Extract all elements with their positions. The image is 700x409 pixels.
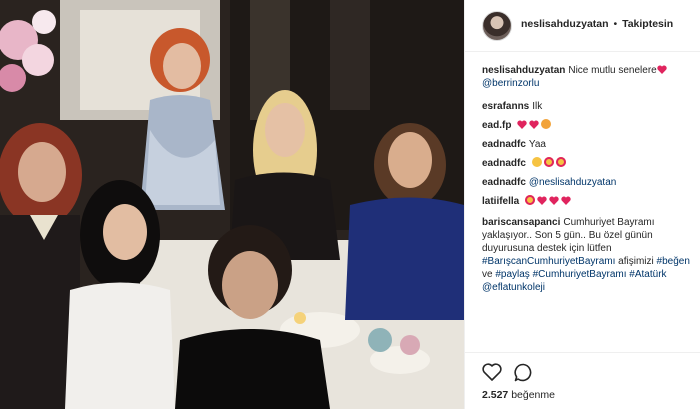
- post-header: neslisahduzyatan • Takiptesin: [465, 0, 700, 52]
- hashtag-link[interactable]: #BarışcanCumhuriyetBayramı: [482, 256, 615, 267]
- comment-username[interactable]: neslisahduzyatan: [482, 65, 565, 76]
- comment-username[interactable]: bariscansapanci: [482, 217, 560, 228]
- heart-emoji-icon: [517, 120, 527, 129]
- comment-item: eadnadfc: [482, 157, 694, 170]
- comment-text: duyurusuna destek için lütfen: [482, 243, 612, 254]
- heart-emoji-icon: [529, 120, 539, 129]
- comment-text: Ilk: [532, 101, 543, 112]
- hashtag-link[interactable]: #paylaş: [495, 269, 529, 280]
- likes-label: beğenme: [511, 389, 555, 401]
- heart-outline-icon[interactable]: [482, 363, 502, 381]
- comment-mention[interactable]: @neslisahduzyatan: [529, 177, 616, 188]
- comment-item: bariscansapanci Cumhuriyet Bayramı yaklaş…: [482, 216, 694, 294]
- hashtag-link[interactable]: #Atatürk: [629, 269, 666, 280]
- post-actions: 2.527 beğenme: [465, 352, 700, 409]
- heart-emoji-icon: [549, 196, 559, 205]
- comment-text: Nice mutlu senelere: [568, 65, 657, 76]
- avatar[interactable]: [482, 11, 512, 41]
- comment-bubble-icon[interactable]: [514, 363, 533, 382]
- comment-username[interactable]: esrafanns: [482, 101, 529, 112]
- comment-item: latiifella: [482, 195, 694, 208]
- header-username[interactable]: neslisahduzyatan: [521, 18, 609, 30]
- heart-emoji-icon: [537, 196, 547, 205]
- heart-emoji-icon: [657, 65, 667, 74]
- sad-face-emoji-icon: [531, 157, 542, 167]
- comment-mention[interactable]: @eflatunkoleji: [482, 282, 545, 293]
- heart-eyes-emoji-icon: [543, 157, 554, 167]
- comment-item: neslisahduzyatan Nice mutlu senelere @ber…: [482, 64, 694, 90]
- heart-eyes-emoji-icon: [525, 195, 536, 205]
- comment-text: Cumhuriyet Bayramı: [563, 217, 655, 228]
- photo-illustration: [0, 0, 464, 409]
- likes-number: 2.527: [482, 389, 509, 401]
- comment-item: eadnadfc @neslisahduzyatan: [482, 176, 694, 189]
- comment-username[interactable]: eadnadfc: [482, 139, 526, 150]
- comment-text: afişimizi: [618, 256, 654, 267]
- comment-username[interactable]: ead.fp: [482, 120, 511, 131]
- hashtag-link[interactable]: #CumhuriyetBayramı: [533, 269, 627, 280]
- comment-item: ead.fp: [482, 119, 694, 132]
- heart-eyes-emoji-icon: [555, 157, 566, 167]
- comment-username[interactable]: eadnadfc: [482, 177, 526, 188]
- post-side-panel: neslisahduzyatan • Takiptesin neslisahdu…: [464, 0, 700, 409]
- comment-text: ve: [482, 269, 493, 280]
- cat-emoji-icon: [541, 119, 552, 129]
- comment-item: eadnadfc Yaa: [482, 138, 694, 151]
- comment-username[interactable]: eadnadfc: [482, 158, 526, 169]
- comment-item: esrafanns Ilk: [482, 100, 694, 113]
- heart-emoji-icon: [561, 196, 571, 205]
- post-photo[interactable]: [0, 0, 464, 409]
- comment-text: Yaa: [528, 139, 546, 150]
- likes-count[interactable]: 2.527 beğenme: [482, 389, 555, 401]
- header-separator: •: [613, 18, 618, 30]
- hashtag-link[interactable]: #beğen: [657, 256, 690, 267]
- comment-text: yaklaşıyor.. Son 5 gün.. Bu özel günün: [482, 230, 653, 241]
- comment-mention[interactable]: @berrinzorlu: [482, 78, 539, 89]
- comment-username[interactable]: latiifella: [482, 196, 519, 207]
- follow-status[interactable]: Takiptesin: [622, 18, 673, 30]
- header-line: neslisahduzyatan • Takiptesin: [521, 18, 673, 30]
